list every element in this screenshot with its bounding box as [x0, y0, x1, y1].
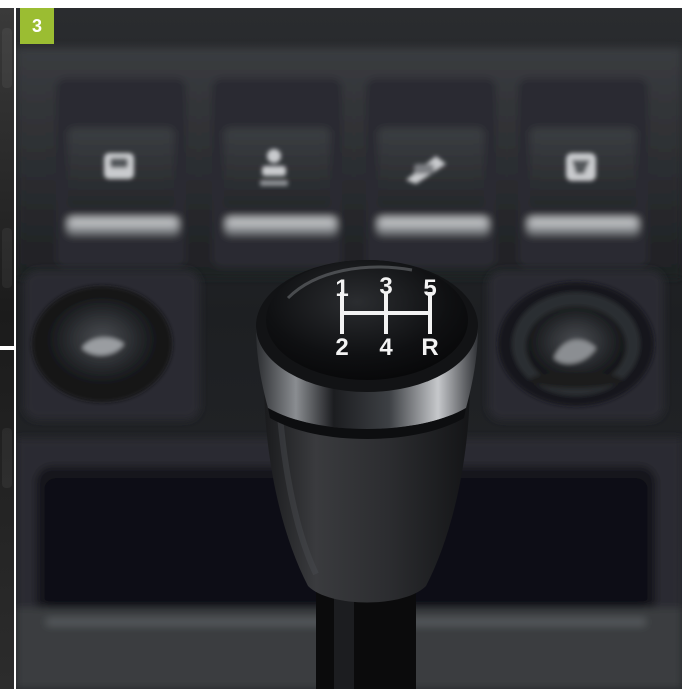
strip-highlight [2, 28, 12, 88]
gear-label: 3 [379, 273, 392, 300]
adjacent-photo-strip [0, 8, 14, 689]
figure-number: 3 [31, 16, 42, 36]
shift-knob-photo: 1 3 5 2 4 R [16, 8, 682, 689]
photo-scene: 1 3 5 2 4 R [16, 8, 682, 689]
knob-cap [256, 260, 478, 392]
gear-label: 4 [379, 334, 393, 361]
figure-number-badge: 3 [20, 8, 54, 44]
strip-highlight [2, 228, 12, 288]
strip-divider [0, 346, 14, 350]
traction-control-icon [104, 153, 134, 179]
lamp-icon [566, 153, 596, 181]
gear-label: 5 [423, 275, 436, 302]
gear-label: 1 [335, 275, 348, 302]
strip-highlight [2, 428, 12, 488]
right-round-switch [498, 282, 654, 406]
gear-label: R [421, 334, 438, 361]
product-figure: 3 1 3 5 2 4 R [0, 0, 682, 689]
left-round-switch [32, 286, 172, 402]
gear-label: 2 [335, 334, 348, 361]
